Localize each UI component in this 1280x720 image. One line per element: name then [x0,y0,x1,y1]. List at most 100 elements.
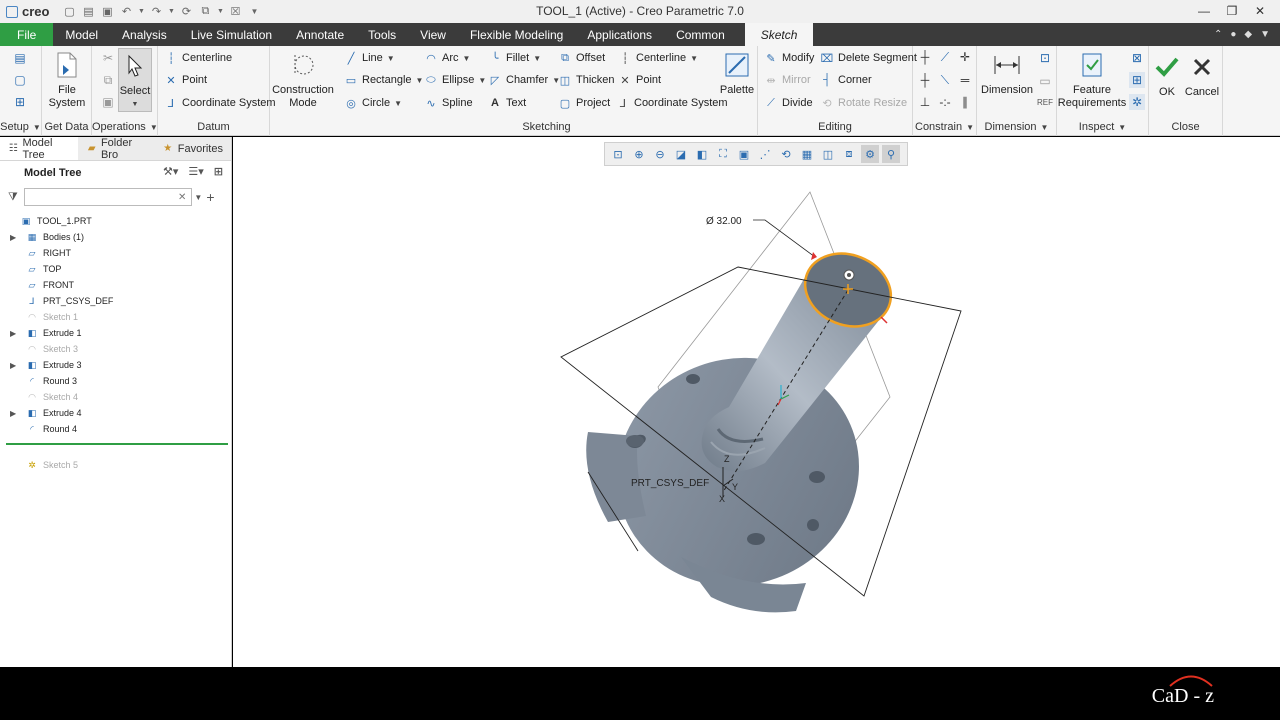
add-filter-icon[interactable]: + [206,189,214,205]
constrain-coincident-icon[interactable]: ⟍ [937,72,953,88]
tree-item[interactable]: ◠ Sketch 4 [0,389,230,405]
dimension-button[interactable]: Dimension [979,50,1035,97]
constrain-perpendicular-icon[interactable]: ⊥ [917,94,933,110]
cancel-button[interactable]: Cancel [1185,52,1219,99]
tab-analysis[interactable]: Analysis [110,23,179,46]
circle-button[interactable]: ◎ Circle ▼ [344,96,402,110]
ok-button[interactable]: OK [1153,52,1181,99]
notification-icon[interactable]: ● [1230,29,1236,40]
highlight-open-ends-icon[interactable]: ⊞ [1129,72,1145,88]
select-button[interactable]: Select ▼ [118,48,152,112]
constrain-tangent-icon[interactable]: ⟋ [937,49,953,65]
tree-item[interactable]: ⅃ PRT_CSYS_DEF [0,293,230,309]
tab-sketch[interactable]: Sketch [744,23,814,46]
close-icon[interactable]: ✕ [1246,2,1274,20]
palette-button[interactable]: Palette [720,50,754,97]
constrain-parallel-icon[interactable]: ∥ [957,94,973,110]
baseline-icon[interactable]: ⊡ [1037,50,1053,66]
tab-view[interactable]: View [408,23,458,46]
perimeter-icon[interactable]: ▭ [1037,73,1053,89]
overlapping-geometry-icon[interactable]: ⊠ [1129,50,1145,66]
constrain-equal-icon[interactable]: ═ [957,72,973,88]
tree-item[interactable]: ▶ ◧ Extrude 4 [0,405,230,421]
collapse-ribbon-icon[interactable]: ⌃ [1214,29,1222,40]
sketch-centerline-button[interactable]: ┆ Centerline ▼ [618,51,698,65]
sketch-setup-icon[interactable]: ▤ [12,50,28,66]
tab-model[interactable]: Model [53,23,110,46]
tab-favorites[interactable]: ★ Favorites [154,137,231,160]
constrain-symmetric-icon[interactable]: -:- [937,94,953,110]
tree-item[interactable]: ▶ ◧ Extrude 3 [0,357,230,373]
datum-csys-button[interactable]: ⅃ Coordinate System [164,96,276,110]
save-icon[interactable]: ▣ [99,4,115,20]
constrain-midpoint-icon[interactable]: ✛ [957,49,973,65]
close-window-icon[interactable]: ☒ [227,4,243,20]
tree-item[interactable]: ▱ RIGHT [0,245,230,261]
copy-icon[interactable]: ⧉ [100,72,116,88]
new-file-icon[interactable]: ▢ [61,4,77,20]
tree-item[interactable]: ◠ Sketch 3 [0,341,230,357]
help-icon[interactable]: ◆ [1244,29,1252,40]
constrain-vertical-icon[interactable]: ┼ [917,49,933,65]
filter-icon[interactable]: ⧩ [8,191,24,204]
fillet-button[interactable]: ╰ Fillet ▼ [488,51,541,65]
sketch-point-button[interactable]: ✕ Point [618,73,661,87]
tree-item[interactable]: ▱ TOP [0,261,230,277]
operations-group-label[interactable]: Operations ▼ [92,121,158,133]
constrain-group-label[interactable]: Constrain ▼ [913,121,976,133]
tree-item[interactable]: ◜ Round 4 [0,421,230,437]
corner-button[interactable]: ┤ Corner [820,73,872,87]
rotate-resize-button[interactable]: ⟲ Rotate Resize [820,96,907,110]
minimize-icon[interactable]: — [1190,2,1218,20]
tab-flexible-modeling[interactable]: Flexible Modeling [458,23,575,46]
tree-item-active-sketch[interactable]: ✲ Sketch 5 [0,457,230,473]
line-button[interactable]: ╱ Line ▼ [344,51,395,65]
model-tree-search-input[interactable] [24,188,192,206]
tab-folder-browser[interactable]: ▰ Folder Bro [78,137,153,161]
rectangle-button[interactable]: ▭ Rectangle ▼ [344,73,424,87]
construction-mode-button[interactable]: Construction Mode [272,50,334,110]
tree-item[interactable]: ◠ Sketch 1 [0,309,230,325]
windows-icon[interactable]: ⧉ [197,4,213,20]
tree-filters-icon[interactable]: ⊞ [214,165,223,178]
expand-arrow-icon[interactable]: ▶ [10,409,20,418]
offset-button[interactable]: ⧉ Offset [558,51,605,65]
ellipse-button[interactable]: ⬭ Ellipse ▼ [424,73,486,87]
tree-item[interactable]: ▶ ▦ Bodies (1) [0,229,230,245]
shade-closed-loops-icon[interactable]: ✲ [1129,94,1145,110]
expand-arrow-icon[interactable]: ▶ [10,329,20,338]
regenerate-icon[interactable]: ⟳ [178,4,194,20]
open-file-icon[interactable]: ▤ [80,4,96,20]
file-system-button[interactable]: File System [48,50,86,110]
insert-here-line[interactable] [6,443,228,445]
feature-requirements-button[interactable]: Feature Requirements [1058,50,1126,110]
tab-applications[interactable]: Applications [575,23,664,46]
spline-button[interactable]: ∿ Spline [424,96,472,110]
graphics-window[interactable]: ⊡ ⊕ ⊖ ◪ ◧ ⛶ ▣ ⋰ ⟲ ▦ ◫ ⧈ ⚙ ⚲ Ø 32.00 Z Y … [233,137,1280,667]
delete-segment-button[interactable]: ⌧ Delete Segment [820,51,917,65]
tree-item[interactable]: ◜ Round 3 [0,373,230,389]
customize-qat-icon[interactable]: ▼ [246,4,262,20]
arc-button[interactable]: ◠ Arc ▼ [424,51,470,65]
help-dropdown-icon[interactable]: ▼ [1260,29,1270,40]
tree-item[interactable]: ▶ ◧ Extrude 1 [0,325,230,341]
flange-body[interactable] [585,324,892,620]
undo-dropdown-icon[interactable]: ▼ [137,4,145,20]
expand-arrow-icon[interactable]: ▶ [10,233,20,242]
tab-live-simulation[interactable]: Live Simulation [179,23,284,46]
tab-tools[interactable]: Tools [356,23,408,46]
tab-model-tree[interactable]: ☷ Model Tree [0,137,79,161]
constrain-horizontal-icon[interactable]: ┼ [917,72,933,88]
chamfer-button[interactable]: ◸ Chamfer ▼ [488,73,560,87]
redo-icon[interactable]: ↷ [148,4,164,20]
tab-file[interactable]: File [0,23,54,46]
sketch-view-icon[interactable]: ▢ [12,72,28,88]
reference-dimension-icon[interactable]: REF [1037,94,1053,110]
diameter-dimension-text[interactable]: Ø 32.00 [706,216,742,227]
divide-button[interactable]: ⟋ Divide [764,96,812,110]
tree-settings-icon[interactable]: ⚒▾ [163,165,178,178]
project-button[interactable]: ▢ Project [558,96,610,110]
inspect-group-label[interactable]: Inspect ▼ [1057,121,1148,133]
tab-common[interactable]: Common [664,23,737,46]
restore-icon[interactable]: ❐ [1218,2,1246,20]
